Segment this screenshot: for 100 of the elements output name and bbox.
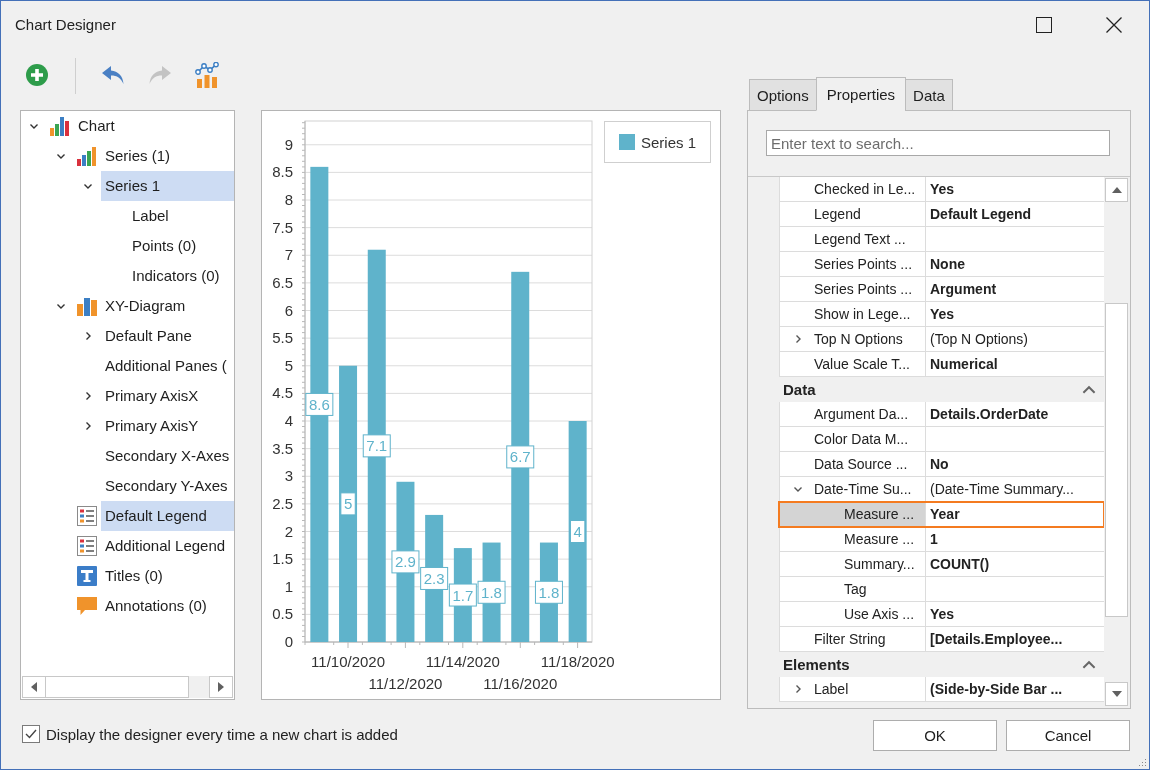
chevron-down-icon[interactable] bbox=[793, 484, 803, 494]
chevron-right-icon[interactable] bbox=[83, 391, 93, 401]
tab[interactable]: Options bbox=[749, 79, 817, 111]
property-row[interactable]: Series Points ... None bbox=[779, 252, 1104, 277]
property-value[interactable]: Yes bbox=[930, 606, 955, 622]
property-row[interactable]: Filter String [Details.Employee... bbox=[779, 627, 1104, 652]
chevron-right-icon[interactable] bbox=[83, 331, 93, 341]
property-value[interactable]: Details.OrderDate bbox=[930, 406, 1049, 422]
property-row[interactable]: Measure ... 1 bbox=[779, 527, 1104, 552]
ok-button[interactable]: OK bbox=[873, 720, 997, 751]
up-arrow-icon bbox=[1111, 187, 1122, 193]
property-row[interactable]: Use Axis ... Yes bbox=[779, 602, 1104, 627]
property-row[interactable]: Series Points ... Argument bbox=[779, 277, 1104, 302]
data-label: 7.1 bbox=[362, 434, 391, 458]
property-row[interactable]: Value Scale T... Numerical bbox=[779, 352, 1104, 377]
property-value[interactable]: Numerical bbox=[930, 356, 998, 372]
property-row[interactable]: Top N Options (Top N Options) bbox=[779, 327, 1104, 352]
tree-item[interactable]: Default Legend bbox=[101, 501, 234, 531]
tree-item[interactable]: Chart bbox=[74, 111, 119, 141]
y-axis-label: 5 bbox=[284, 356, 293, 374]
chevron-down-icon[interactable] bbox=[56, 301, 66, 311]
property-name: Legend bbox=[814, 206, 861, 222]
maximize-icon bbox=[1036, 16, 1052, 33]
legend-label: Series 1 bbox=[641, 133, 697, 151]
property-row[interactable]: Tag bbox=[779, 577, 1104, 602]
property-value[interactable]: 1 bbox=[930, 531, 938, 547]
property-value[interactable]: COUNT() bbox=[930, 556, 990, 572]
scroll-down-button[interactable] bbox=[1105, 682, 1128, 706]
property-value[interactable]: No bbox=[930, 456, 949, 472]
y-axis-label: 2.5 bbox=[272, 494, 293, 512]
data-label: 2.3 bbox=[420, 566, 449, 590]
data-label: 1.8 bbox=[477, 580, 506, 604]
property-value[interactable]: Default Legend bbox=[930, 206, 1032, 222]
property-row[interactable]: Checked in Le... Yes bbox=[779, 177, 1104, 202]
horizontal-scrollbar[interactable] bbox=[22, 676, 233, 698]
search-field[interactable]: Enter text to search... bbox=[766, 130, 1110, 156]
redo-icon bbox=[148, 65, 172, 85]
tree-item[interactable]: Additional Panes ( bbox=[101, 351, 231, 381]
property-value[interactable]: Year bbox=[930, 506, 960, 522]
chart-wizard-button[interactable] bbox=[192, 60, 222, 90]
tab[interactable]: Data bbox=[905, 79, 953, 111]
scrollbar-thumb[interactable] bbox=[1105, 303, 1128, 617]
tree-item[interactable]: Annotations (0) bbox=[101, 591, 211, 621]
legend-icon bbox=[77, 506, 97, 526]
chevron-right-icon[interactable] bbox=[83, 421, 93, 431]
resize-grip-icon[interactable] bbox=[1138, 758, 1147, 767]
property-row[interactable]: Date-Time Su... (Date-Time Summary... bbox=[779, 477, 1104, 502]
property-value[interactable]: None bbox=[930, 256, 965, 272]
chevron-down-icon[interactable] bbox=[29, 121, 39, 131]
scroll-up-button[interactable] bbox=[1105, 178, 1128, 202]
property-value[interactable]: (Side-by-Side Bar ... bbox=[930, 681, 1063, 697]
property-value[interactable]: (Top N Options) bbox=[930, 331, 1029, 347]
close-icon bbox=[1106, 16, 1122, 33]
property-row[interactable]: Legend Text ... bbox=[779, 227, 1104, 252]
data-label: 6.7 bbox=[506, 445, 535, 469]
property-row[interactable]: Argument Da... Details.OrderDate bbox=[779, 402, 1104, 427]
property-value[interactable]: (Date-Time Summary... bbox=[930, 481, 1074, 497]
tree-item[interactable]: Primary AxisX bbox=[101, 381, 203, 411]
y-axis-label: 6 bbox=[284, 301, 293, 319]
tree-item[interactable]: Primary AxisY bbox=[101, 411, 203, 441]
data-label: 5 bbox=[340, 492, 356, 516]
tree-item[interactable]: Series 1 bbox=[101, 171, 234, 201]
tree-item[interactable]: Series (1) bbox=[101, 141, 175, 171]
tree-item[interactable]: Indicators (0) bbox=[128, 261, 224, 291]
tree-item[interactable]: Secondary Y-Axes bbox=[101, 471, 232, 501]
property-row[interactable]: Color Data M... bbox=[779, 427, 1104, 452]
tree-item[interactable]: Secondary X-Axes bbox=[101, 441, 234, 471]
scrollbar-thumb[interactable] bbox=[46, 676, 189, 698]
property-name: Series Points ... bbox=[814, 256, 913, 272]
title-icon bbox=[77, 566, 97, 586]
property-row[interactable]: Label (Side-by-Side Bar ... bbox=[779, 677, 1104, 702]
chevron-down-icon[interactable] bbox=[56, 151, 66, 161]
x-axis-label: 11/18/2020 bbox=[540, 653, 615, 670]
tree-item[interactable]: Titles (0) bbox=[101, 561, 167, 591]
tree-item[interactable]: Additional Legend bbox=[101, 531, 230, 561]
property-value[interactable]: Yes bbox=[930, 181, 955, 197]
scroll-right-button[interactable] bbox=[209, 676, 233, 698]
tab[interactable]: Properties bbox=[815, 77, 907, 111]
cancel-button[interactable]: Cancel bbox=[1006, 720, 1130, 751]
property-row[interactable]: Data Source ... No bbox=[779, 452, 1104, 477]
tree-item[interactable]: Label bbox=[128, 201, 173, 231]
scroll-left-button[interactable] bbox=[22, 676, 46, 698]
tree-item[interactable]: Default Pane bbox=[101, 321, 196, 351]
property-value[interactable]: Yes bbox=[930, 306, 955, 322]
vertical-scrollbar[interactable] bbox=[1104, 177, 1130, 708]
property-name: Measure ... bbox=[844, 531, 915, 547]
checkbox[interactable] bbox=[22, 725, 40, 743]
property-row[interactable]: Legend Default Legend bbox=[779, 202, 1104, 227]
property-value[interactable]: [Details.Employee... bbox=[930, 631, 1063, 647]
plus-circle-icon bbox=[26, 64, 48, 86]
checkmark-icon bbox=[25, 729, 37, 739]
property-value[interactable]: Argument bbox=[930, 281, 997, 297]
chevron-down-icon[interactable] bbox=[83, 181, 93, 191]
tree-item[interactable]: XY-Diagram bbox=[101, 291, 190, 321]
property-row[interactable]: Measure ... Year bbox=[779, 502, 1104, 527]
property-row[interactable]: Show in Lege... Yes bbox=[779, 302, 1104, 327]
property-row[interactable]: Summary... COUNT() bbox=[779, 552, 1104, 577]
chevron-right-icon[interactable] bbox=[793, 334, 803, 344]
tree-item[interactable]: Points (0) bbox=[128, 231, 201, 261]
chevron-right-icon[interactable] bbox=[793, 684, 803, 694]
